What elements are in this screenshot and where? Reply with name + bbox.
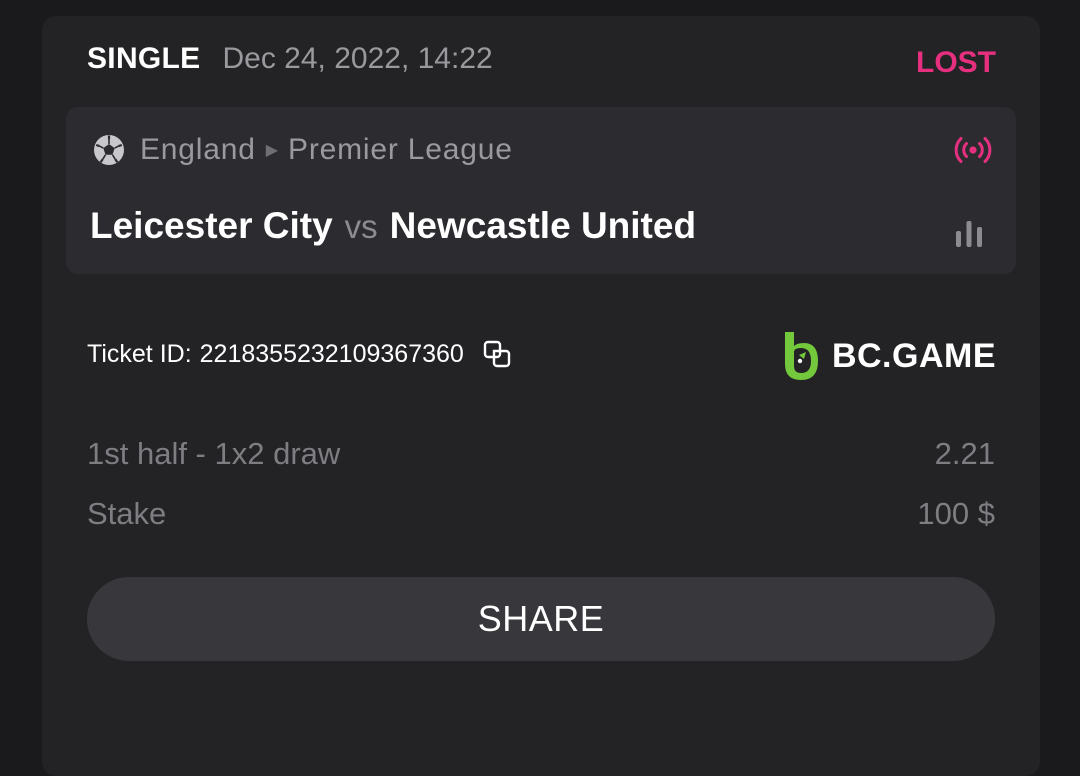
home-team: Leicester City (90, 205, 333, 246)
bet-card: SINGLE Dec 24, 2022, 14:22 LOST England … (42, 16, 1040, 776)
bet-status-badge: LOST (916, 46, 996, 79)
share-button[interactable]: SHARE (87, 577, 995, 661)
bet-type: SINGLE (87, 42, 201, 75)
selection-row: 1st half - 1x2 draw 2.21 (87, 436, 995, 472)
bet-header: SINGLE Dec 24, 2022, 14:22 (87, 42, 493, 82)
brand-logo: BC.GAME (780, 330, 996, 382)
selection-label: 1st half - 1x2 draw (87, 436, 341, 471)
selection-odds: 2.21 (934, 436, 995, 471)
soccer-ball-icon (94, 135, 124, 165)
match-league[interactable]: Premier League (288, 133, 513, 167)
stake-row: Stake 100 $ (87, 496, 995, 532)
bet-date: Dec 24, 2022, 14:22 (222, 42, 493, 75)
league-breadcrumb: England ▶ Premier League (92, 133, 513, 167)
stake-value: 100 $ (917, 496, 995, 531)
match-panel[interactable]: England ▶ Premier League Leicester City … (66, 107, 1016, 274)
vs-label: vs (344, 208, 378, 245)
bar-chart-icon[interactable] (952, 219, 986, 247)
away-team: Newcastle United (389, 205, 697, 246)
live-broadcast-icon[interactable] (952, 133, 994, 167)
match-country[interactable]: England (140, 133, 256, 167)
ticket-id-value: 2218355232109367360 (199, 339, 464, 368)
breadcrumb-separator-icon: ▶ (265, 142, 279, 159)
brand-name: BC.GAME (831, 336, 996, 375)
match-teams: Leicester City vs Newcastle United (90, 205, 696, 247)
ticket-id-row: Ticket ID: 2218355232109367360 (87, 339, 512, 369)
ticket-id-label: Ticket ID: (87, 339, 192, 368)
stake-label: Stake (87, 496, 167, 531)
bc-game-logo-icon (784, 332, 818, 380)
copy-icon[interactable] (482, 339, 512, 369)
